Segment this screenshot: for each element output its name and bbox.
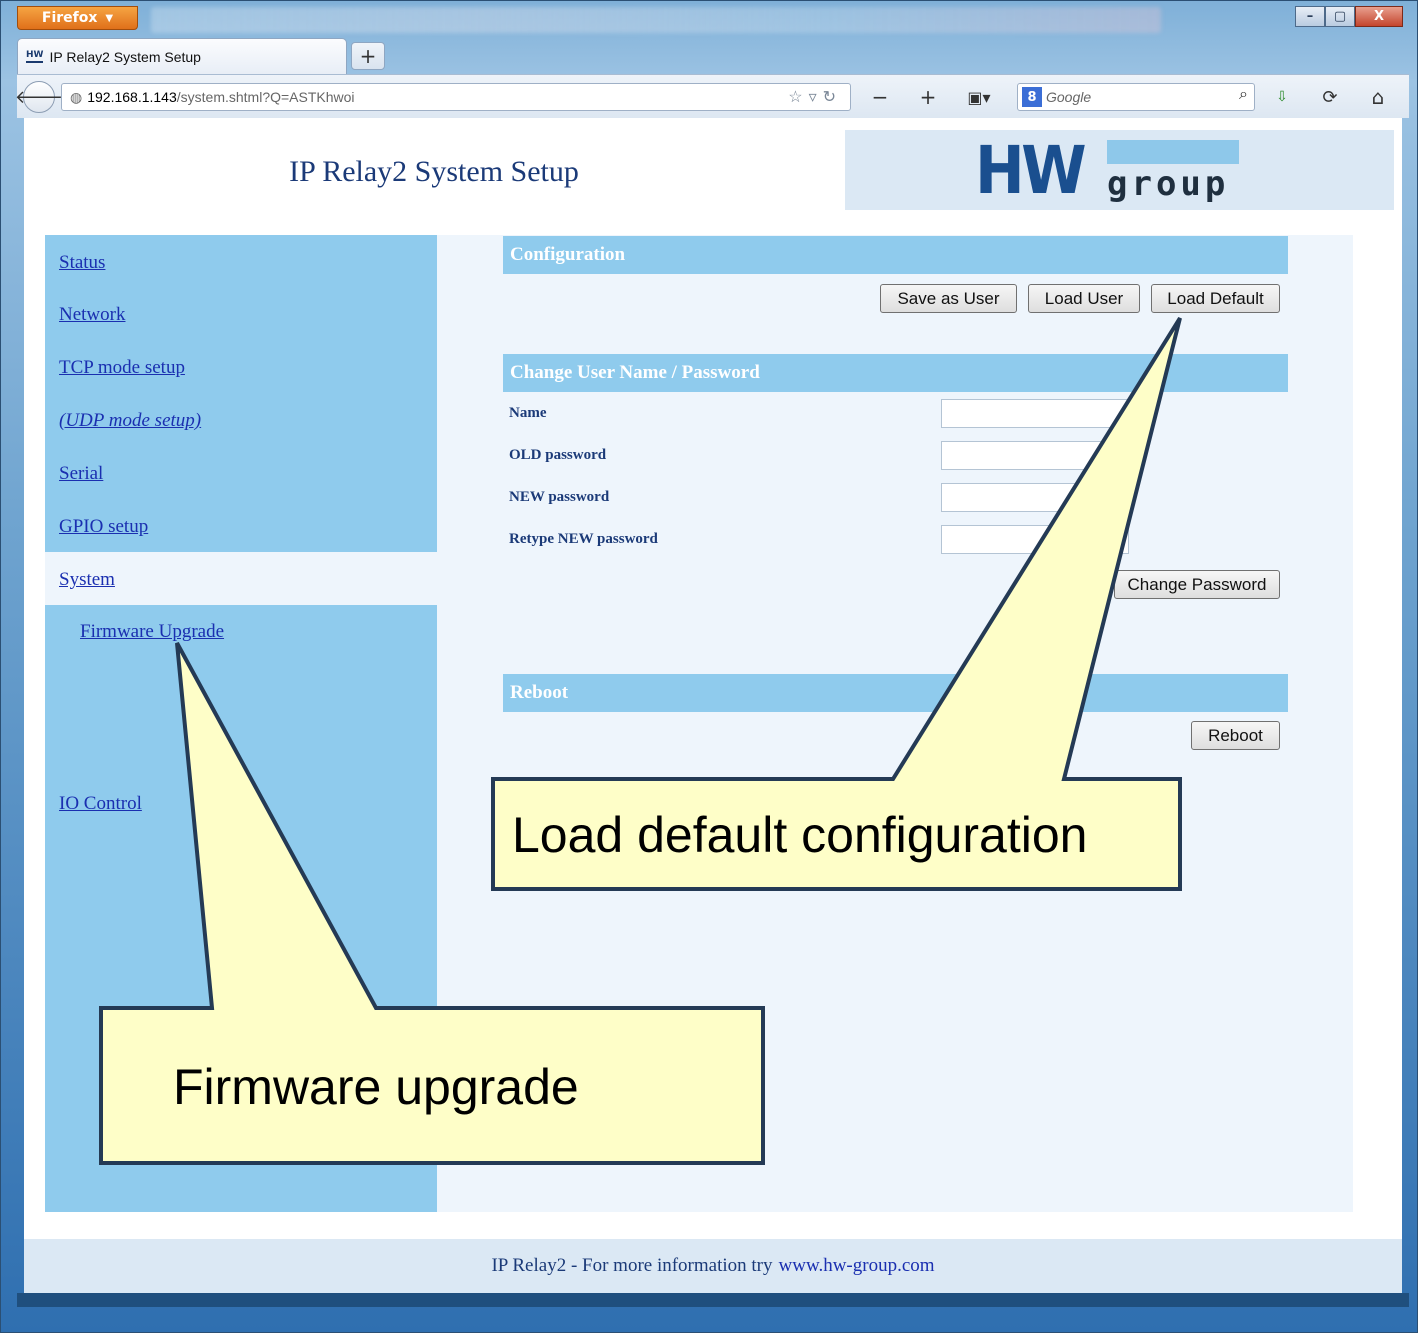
- navigation-bar: 🡐 ◍ 192.168.1.143 /system.shtml?Q=ASTKhw…: [15, 74, 1409, 118]
- save-as-user-button[interactable]: Save as User: [880, 284, 1017, 313]
- page-footer: IP Relay2 - For more information try www…: [24, 1239, 1402, 1293]
- logo-group-text: group: [1107, 164, 1230, 204]
- chevron-down-icon: ▼: [105, 12, 114, 24]
- retype-password-label: Retype NEW password: [509, 531, 658, 547]
- globe-icon: ◍: [70, 88, 83, 105]
- logo-hw-text: HW: [975, 132, 1087, 209]
- back-arrow-icon[interactable]: 🡐: [15, 81, 63, 113]
- load-default-button[interactable]: Load Default: [1151, 284, 1280, 313]
- download-icon[interactable]: ⇩: [1267, 83, 1297, 111]
- window-bottom-border: [17, 1293, 1409, 1307]
- load-default-callout-text: Load default configuration: [512, 807, 1088, 863]
- logo-bar: [1107, 140, 1239, 164]
- hw-group-link[interactable]: www.hw-group.com: [779, 1255, 935, 1277]
- reboot-button[interactable]: Reboot: [1191, 721, 1280, 750]
- tab-bar: HW IP Relay2 System Setup +: [17, 36, 1409, 74]
- url-host: 192.168.1.143: [87, 89, 177, 105]
- sidebar-item-serial[interactable]: Serial: [59, 463, 103, 485]
- home-icon[interactable]: ⌂: [1363, 83, 1393, 111]
- close-button[interactable]: X: [1355, 6, 1403, 27]
- bookmarks-menu-icon[interactable]: ▣▾: [959, 83, 999, 111]
- zoom-out-icon[interactable]: −: [865, 83, 895, 111]
- sidebar-item-network[interactable]: Network: [59, 304, 125, 326]
- hw-favicon-icon: HW: [26, 50, 44, 63]
- sync-icon[interactable]: ⟳: [1315, 83, 1345, 111]
- name-label: Name: [509, 405, 547, 421]
- url-bar[interactable]: ◍ 192.168.1.143 /system.shtml?Q=ASTKhwoi…: [61, 83, 851, 111]
- search-engine-icon: 8: [1022, 87, 1042, 107]
- sidebar-item-gpio[interactable]: GPIO setup: [59, 516, 148, 538]
- page-title: IP Relay2 System Setup: [289, 155, 579, 188]
- zoom-in-icon[interactable]: +: [913, 83, 943, 111]
- maximize-button[interactable]: ▢: [1325, 6, 1355, 27]
- name-field[interactable]: [941, 399, 1129, 428]
- web-page: IP Relay2 System Setup HW group Status N…: [24, 118, 1402, 1293]
- hw-group-logo: HW group: [845, 130, 1394, 210]
- new-tab-button[interactable]: +: [351, 42, 385, 70]
- old-password-label: OLD password: [509, 447, 607, 463]
- minimize-button[interactable]: –: [1295, 6, 1325, 27]
- bookmark-star-icon[interactable]: ☆▿↻: [788, 87, 842, 107]
- sidebar-item-io-control[interactable]: IO Control: [59, 793, 142, 815]
- firefox-menu-button[interactable]: Firefox ▼: [17, 6, 138, 30]
- footer-text: IP Relay2 - For more information try: [491, 1255, 773, 1276]
- tab-ip-relay[interactable]: HW IP Relay2 System Setup: [17, 38, 347, 74]
- sidebar-item-tcp-mode[interactable]: TCP mode setup: [59, 357, 185, 379]
- sidebar-item-udp-mode[interactable]: (UDP mode setup): [59, 410, 201, 432]
- firefox-menu-label: Firefox: [41, 10, 98, 26]
- tab-title: IP Relay2 System Setup: [49, 48, 201, 65]
- retype-password-field[interactable]: [941, 525, 1129, 554]
- new-password-label: NEW password: [509, 489, 610, 505]
- configuration-header: Configuration: [503, 236, 1288, 274]
- sidebar-item-status[interactable]: Status: [59, 252, 105, 274]
- change-password-button[interactable]: Change Password: [1114, 570, 1280, 599]
- search-placeholder: Google: [1046, 89, 1092, 105]
- password-header: Change User Name / Password: [503, 354, 1288, 392]
- reboot-header: Reboot: [503, 674, 1288, 712]
- blurred-taskbar-area: [151, 7, 1161, 33]
- new-password-field[interactable]: [941, 483, 1129, 512]
- load-user-button[interactable]: Load User: [1028, 284, 1140, 313]
- url-path: /system.shtml?Q=ASTKhwoi: [176, 89, 355, 105]
- browser-window: Firefox ▼ – ▢ X HW IP Relay2 System Setu…: [0, 0, 1418, 1333]
- search-box[interactable]: 8 Google ⌕: [1017, 83, 1255, 111]
- sidebar-item-firmware-upgrade[interactable]: Firmware Upgrade: [80, 621, 224, 643]
- old-password-field[interactable]: [941, 441, 1129, 470]
- search-icon[interactable]: ⌕: [1239, 86, 1248, 104]
- firmware-callout-text: Firmware upgrade: [173, 1059, 579, 1115]
- window-controls: – ▢ X: [1295, 6, 1403, 27]
- sidebar-item-system[interactable]: System: [59, 569, 115, 591]
